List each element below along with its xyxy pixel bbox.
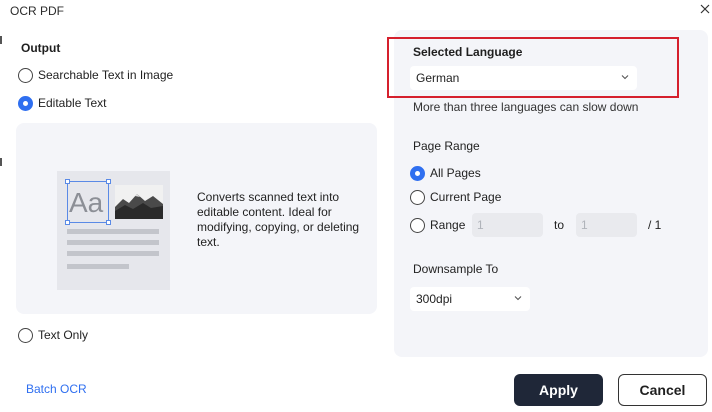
range-total-label: / 1 [648, 218, 662, 232]
radio-label: Current Page [430, 190, 502, 204]
radio-circle-checked[interactable] [18, 95, 33, 111]
radio-circle-checked[interactable] [410, 165, 425, 181]
radio-label: Range [430, 218, 466, 232]
downsample-title: Downsample To [413, 262, 499, 276]
batch-ocr-link[interactable]: Batch OCR [26, 382, 87, 396]
radio-label: Text Only [38, 328, 89, 342]
edge-artifact [0, 36, 2, 44]
close-icon[interactable] [698, 2, 712, 16]
range-from-input[interactable]: 1 [472, 213, 543, 237]
radio-text-only[interactable]: Text Only [18, 326, 88, 344]
radio-label: Editable Text [38, 96, 107, 110]
language-hint: More than three languages can slow down [413, 100, 639, 114]
text-aa-icon: Aa [65, 179, 111, 225]
radio-circle[interactable] [18, 67, 33, 83]
cancel-button[interactable]: Cancel [618, 374, 707, 406]
window-title: OCR PDF [10, 4, 64, 18]
radio-label: All Pages [430, 166, 481, 180]
range-to-input[interactable]: 1 [576, 213, 637, 237]
landscape-photo-icon [115, 185, 163, 219]
page-range-title: Page Range [413, 139, 480, 153]
output-description: Converts scanned text into editable cont… [197, 190, 360, 249]
radio-circle[interactable] [18, 327, 33, 343]
language-highlight-box [387, 37, 679, 98]
radio-range[interactable]: Range [410, 216, 465, 234]
radio-editable-text[interactable]: Editable Text [18, 94, 107, 112]
radio-circle[interactable] [410, 189, 425, 205]
chevron-down-icon [514, 296, 522, 301]
radio-circle[interactable] [410, 217, 425, 233]
apply-button[interactable]: Apply [514, 374, 603, 406]
range-to-label: to [554, 218, 565, 232]
document-icon: Aa [57, 171, 170, 290]
radio-all-pages[interactable]: All Pages [410, 164, 481, 182]
edge-artifact [0, 158, 2, 166]
radio-label: Searchable Text in Image [38, 68, 174, 82]
downsample-select[interactable]: 300dpi [410, 287, 530, 311]
downsample-value: 300dpi [416, 292, 453, 306]
radio-current-page[interactable]: Current Page [410, 188, 501, 206]
radio-searchable-text[interactable]: Searchable Text in Image [18, 66, 173, 84]
output-title: Output [21, 41, 61, 55]
